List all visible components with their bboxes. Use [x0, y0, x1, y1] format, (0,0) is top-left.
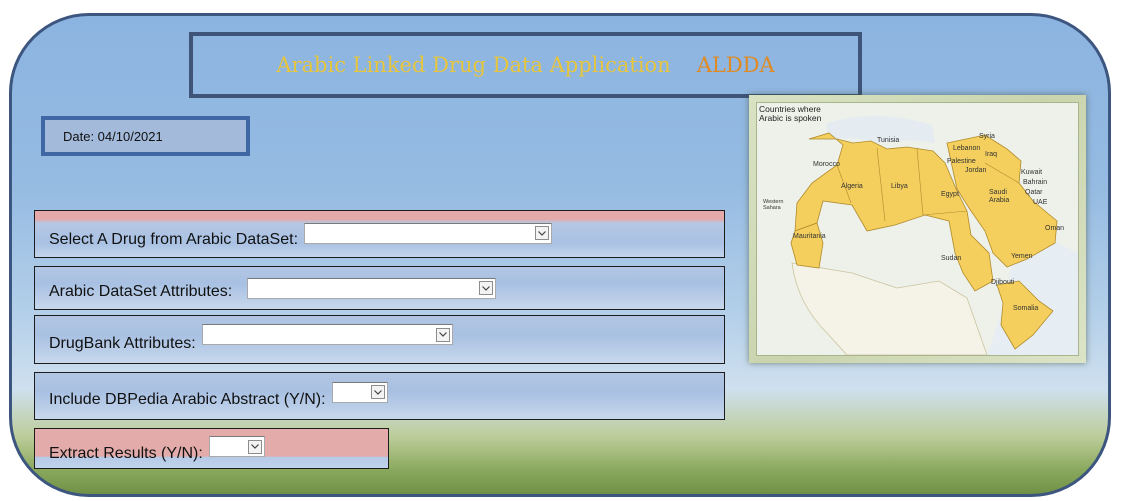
arabic-attributes-row: Arabic DataSet Attributes: [34, 266, 725, 310]
map-label-syria: Syria [979, 133, 995, 140]
dbpedia-abstract-row: Include DBPedia Arabic Abstract (Y/N): [34, 372, 725, 420]
map-label-iraq: Iraq [985, 151, 998, 158]
map-graphic [757, 103, 1078, 355]
chevron-down-icon[interactable] [479, 281, 494, 295]
map-label-lebanon: Lebanon [953, 145, 981, 152]
chevron-down-icon[interactable] [247, 439, 262, 454]
map-label-egypt: Egypt [941, 191, 959, 198]
map-label-qatar: Qatar [1025, 189, 1043, 196]
arab-world-map: Countries where Arabic is spoken Tunisia… [756, 102, 1079, 356]
app-title-box: Arabic Linked Drug Data Application ALDD… [189, 32, 862, 98]
app-title: Arabic Linked Drug Data Application [276, 53, 671, 77]
map-label-libya: Libya [891, 183, 908, 190]
map-label-djibouti: Djibouti [991, 279, 1015, 286]
arabic-attributes-dropdown[interactable] [247, 277, 497, 299]
drugbank-attributes-dropdown[interactable] [201, 324, 453, 345]
date-label: Date: 04/10/2021 [63, 128, 163, 144]
map-label-morocco: Morocco [813, 161, 840, 168]
map-label-saudi-arabia: Saudi Arabia [989, 189, 1010, 204]
drugbank-attributes-row: DrugBank Attributes: [34, 315, 725, 364]
dbpedia-abstract-dropdown[interactable] [331, 381, 388, 403]
map-label-sudan: Sudan [941, 255, 962, 262]
map-label-palestine: Palestine [947, 158, 976, 165]
map-label-mauritania: Mauritania [793, 233, 826, 240]
arab-world-map-frame: Countries where Arabic is spoken Tunisia… [749, 95, 1086, 363]
drugbank-attributes-label: DrugBank Attributes: [49, 334, 196, 352]
map-label-bahrain: Bahrain [1023, 179, 1048, 186]
extract-results-row: Extract Results (Y/N): [34, 428, 389, 469]
select-drug-row: Select A Drug from Arabic DataSet: [34, 210, 725, 258]
app-abbreviation: ALDDA [696, 53, 775, 77]
chevron-down-icon[interactable] [535, 226, 550, 240]
map-label-jordan: Jordan [965, 167, 987, 174]
select-drug-label: Select A Drug from Arabic DataSet: [49, 231, 299, 248]
map-label-algeria: Algeria [841, 183, 863, 190]
map-label-kuwait: Kuwait [1021, 169, 1043, 176]
dbpedia-abstract-label: Include DBPedia Arabic Abstract (Y/N): [49, 391, 326, 408]
select-drug-dropdown[interactable] [304, 222, 553, 244]
date-box: Date: 04/10/2021 [41, 116, 250, 156]
extract-results-label: Extract Results (Y/N): [49, 444, 203, 462]
chevron-down-icon[interactable] [370, 385, 385, 399]
arabic-attributes-label: Arabic DataSet Attributes: [49, 283, 233, 300]
map-label-uae: UAE [1033, 199, 1048, 206]
extract-results-dropdown[interactable] [208, 436, 265, 457]
chevron-down-icon[interactable] [435, 327, 450, 342]
map-label-oman: Oman [1045, 225, 1065, 232]
map-label-somalia: Somalia [1013, 305, 1039, 312]
map-label-tunisia: Tunisia [877, 137, 900, 144]
map-caption: Countries where Arabic is spoken [759, 104, 822, 123]
map-label-yemen: Yemen [1011, 253, 1033, 260]
map-label-western-sahara: Western Sahara [763, 199, 784, 211]
